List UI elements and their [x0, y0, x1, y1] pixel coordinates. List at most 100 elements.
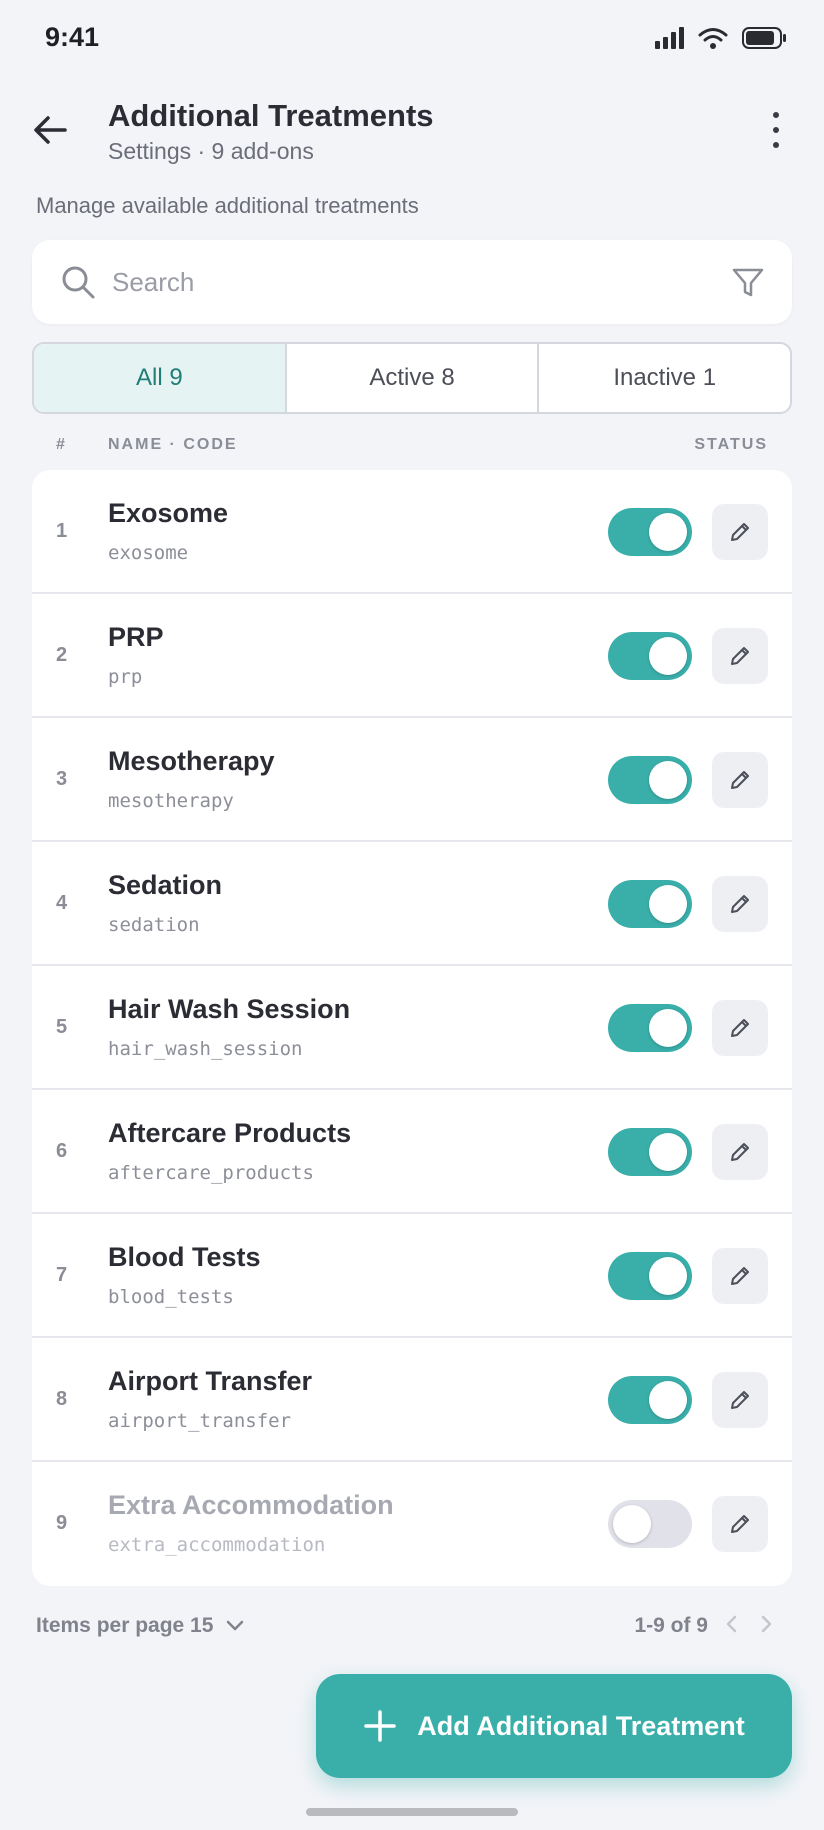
edit-button[interactable]	[712, 1248, 768, 1304]
table-row[interactable]: 8 Airport Transfer airport_transfer	[32, 1338, 792, 1462]
edit-button[interactable]	[712, 752, 768, 808]
pencil-icon	[731, 1515, 749, 1533]
treatment-name: Aftercare Products	[108, 1118, 352, 1148]
status-toggle[interactable]	[608, 1128, 692, 1176]
status-toggle[interactable]	[608, 1376, 692, 1424]
tab-active[interactable]: Active 8	[287, 344, 540, 412]
previous-page-button[interactable]	[718, 1610, 746, 1638]
column-name-code: NAME · CODE	[108, 436, 238, 453]
edit-button[interactable]	[712, 1496, 768, 1552]
page-title: Additional Treatments	[108, 98, 434, 133]
edit-button[interactable]	[712, 628, 768, 684]
toggle-knob	[649, 761, 687, 799]
row-number: 1	[56, 520, 68, 542]
row-number: 7	[56, 1264, 68, 1286]
table-row[interactable]: 7 Blood Tests blood_tests	[32, 1214, 792, 1338]
pencil-icon	[731, 1019, 749, 1037]
column-number: #	[56, 436, 67, 453]
next-page-button[interactable]	[752, 1610, 780, 1638]
edit-button[interactable]	[712, 1372, 768, 1428]
pencil-icon	[731, 895, 749, 913]
arrow-left-icon	[34, 116, 67, 144]
pencil-icon	[731, 647, 749, 665]
edit-button[interactable]	[712, 504, 768, 560]
table-row[interactable]: 2 PRP prp	[32, 594, 792, 718]
toggle-knob	[649, 1381, 687, 1419]
row-number: 4	[56, 892, 68, 914]
toggle-knob	[649, 885, 687, 923]
header: Additional Treatments Settings · 9 add-o…	[0, 92, 824, 172]
treatment-name: Extra Accommodation	[108, 1490, 394, 1520]
status-filter-tabs: All 9 Active 8 Inactive 1	[32, 342, 792, 414]
treatment-code: exosome	[108, 542, 189, 564]
pencil-icon	[731, 1267, 749, 1285]
row-number: 9	[56, 1512, 68, 1534]
table-row[interactable]: 5 Hair Wash Session hair_wash_session	[32, 966, 792, 1090]
items-per-page-select[interactable]: Items per page 15	[36, 1614, 245, 1638]
table-row[interactable]: 4 Sedation sedation	[32, 842, 792, 966]
toggle-knob	[649, 1257, 687, 1295]
table-row[interactable]: 3 Mesotherapy mesotherapy	[32, 718, 792, 842]
more-options-button[interactable]	[764, 108, 788, 152]
edit-button[interactable]	[712, 1124, 768, 1180]
status-toggle[interactable]	[608, 1500, 692, 1548]
status-time: 9:41	[45, 22, 100, 52]
column-status: STATUS	[694, 436, 768, 453]
treatment-code: prp	[108, 666, 143, 688]
items-per-page-label: Items per page 15	[36, 1614, 214, 1637]
table-row[interactable]: 1 Exosome exosome	[32, 470, 792, 594]
chevron-down-icon	[227, 1620, 244, 1631]
row-number: 8	[56, 1388, 68, 1410]
status-toggle[interactable]	[608, 508, 692, 556]
treatment-name: PRP	[108, 622, 164, 652]
treatment-code: hair_wash_session	[108, 1038, 303, 1060]
treatment-code: sedation	[108, 914, 200, 936]
toggle-knob	[649, 1133, 687, 1171]
treatment-name: Exosome	[108, 498, 229, 528]
status-toggle[interactable]	[608, 1252, 692, 1300]
status-toggle[interactable]	[608, 756, 692, 804]
pagination: Items per page 15 1-9 of 9	[0, 1610, 824, 1640]
search-input[interactable]	[112, 258, 712, 306]
row-number: 2	[56, 644, 68, 666]
treatment-code: extra_accommodation	[108, 1534, 326, 1556]
status-toggle[interactable]	[608, 1004, 692, 1052]
battery-icon	[742, 27, 786, 49]
wifi-icon	[698, 28, 728, 49]
tab-inactive[interactable]: Inactive 1	[539, 344, 790, 412]
page-subtitle: Settings · 9 add-ons	[108, 138, 314, 164]
table-row[interactable]: 6 Aftercare Products aftercare_products	[32, 1090, 792, 1214]
tab-all[interactable]: All 9	[34, 344, 287, 412]
pencil-icon	[731, 1391, 749, 1409]
treatment-code: airport_transfer	[108, 1410, 292, 1432]
status-bar: 9:41	[0, 0, 824, 80]
add-treatment-button[interactable]: Add Additional Treatment	[316, 1674, 792, 1778]
toggle-knob	[649, 513, 687, 551]
row-number: 5	[56, 1016, 68, 1038]
back-button[interactable]	[30, 110, 70, 150]
treatment-code: aftercare_products	[108, 1162, 314, 1184]
status-toggle[interactable]	[608, 880, 692, 928]
more-vertical-icon	[773, 112, 779, 118]
treatment-name: Sedation	[108, 870, 223, 900]
table-row[interactable]: 9 Extra Accommodation extra_accommodation	[32, 1462, 792, 1586]
treatment-code: blood_tests	[108, 1286, 234, 1308]
treatment-name: Hair Wash Session	[108, 994, 351, 1024]
edit-button[interactable]	[712, 876, 768, 932]
row-number: 3	[56, 768, 68, 790]
filter-icon[interactable]	[730, 264, 766, 300]
edit-button[interactable]	[712, 1000, 768, 1056]
treatment-name: Mesotherapy	[108, 746, 275, 776]
page-description: Manage available additional treatments	[36, 193, 419, 218]
signal-icon	[655, 27, 684, 49]
plus-icon	[364, 1710, 396, 1742]
chevron-left-icon	[726, 1615, 737, 1633]
search-box	[32, 240, 792, 324]
home-indicator	[306, 1808, 518, 1816]
status-icons	[655, 26, 788, 50]
pencil-icon	[731, 523, 749, 541]
column-header: # NAME · CODE STATUS	[0, 436, 824, 460]
chevron-right-icon	[761, 1615, 772, 1633]
toggle-knob	[649, 637, 687, 675]
status-toggle[interactable]	[608, 632, 692, 680]
